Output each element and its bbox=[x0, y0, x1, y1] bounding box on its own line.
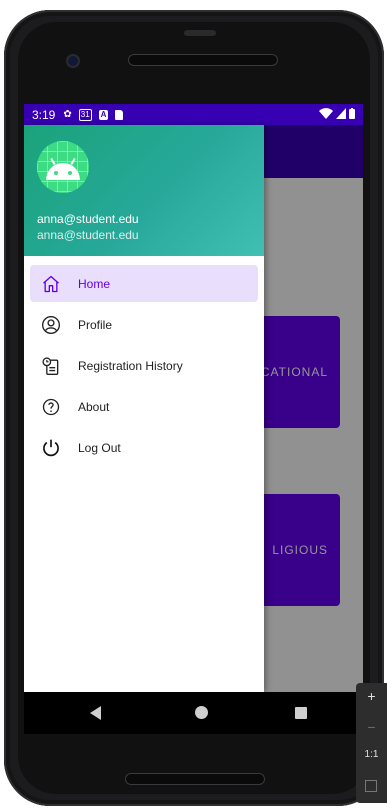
power-icon bbox=[40, 437, 62, 459]
recent-apps-icon[interactable] bbox=[295, 707, 307, 719]
zoom-out-button[interactable]: − bbox=[356, 719, 387, 735]
drawer-item-profile[interactable]: Profile bbox=[24, 304, 264, 345]
gear-icon: ✿ bbox=[63, 108, 72, 120]
earpiece-speaker bbox=[128, 54, 278, 66]
drawer-item-label: Registration History bbox=[78, 358, 183, 373]
drawer-item-home[interactable]: Home bbox=[24, 263, 264, 304]
wifi-icon bbox=[319, 108, 333, 119]
drawer-header: anna@student.edu anna@student.edu bbox=[24, 125, 264, 256]
home-button-icon[interactable] bbox=[195, 706, 208, 719]
drawer-item-about[interactable]: About bbox=[24, 386, 264, 427]
emulator-zoom-toolbar: + − 1:1 bbox=[356, 683, 387, 803]
navigation-drawer: anna@student.edu anna@student.edu Home P… bbox=[24, 125, 264, 692]
calendar-icon: 31 bbox=[78, 108, 92, 121]
home-icon bbox=[40, 273, 62, 295]
device-screen: 3:19 ✿ 31 A CATIONAL LIGIOUS anna@studen… bbox=[24, 104, 363, 692]
drawer-item-label: Profile bbox=[78, 317, 113, 332]
front-camera bbox=[66, 54, 80, 68]
signal-icon bbox=[336, 108, 346, 119]
a-icon: A bbox=[98, 109, 109, 120]
drawer-item-logout[interactable]: Log Out bbox=[24, 427, 264, 468]
status-right-icons bbox=[319, 108, 355, 119]
drawer-item-label: Log Out bbox=[78, 440, 121, 455]
drawer-item-label: Home bbox=[78, 276, 111, 291]
header-user-email: anna@student.edu bbox=[37, 228, 139, 242]
fit-screen-icon[interactable] bbox=[365, 780, 377, 792]
account-circle-icon bbox=[40, 314, 62, 336]
drawer-item-registration-history[interactable]: Registration History bbox=[24, 345, 264, 386]
phone-sensor bbox=[184, 30, 216, 36]
battery-icon bbox=[349, 108, 355, 119]
zoom-in-button[interactable]: + bbox=[356, 688, 387, 704]
help-circle-icon bbox=[40, 396, 62, 418]
back-icon[interactable] bbox=[90, 706, 101, 720]
bottom-speaker bbox=[125, 773, 265, 785]
history-clipboard-icon bbox=[40, 355, 62, 377]
status-time: 3:19 bbox=[32, 107, 56, 122]
android-avatar-icon bbox=[37, 141, 89, 193]
drawer-menu: Home Profile Registration History About bbox=[24, 263, 264, 468]
zoom-ratio-button[interactable]: 1:1 bbox=[356, 749, 387, 760]
header-user-name: anna@student.edu bbox=[37, 212, 139, 226]
sd-card-icon bbox=[115, 109, 124, 120]
drawer-item-label: About bbox=[78, 399, 110, 414]
system-navigation-bar bbox=[24, 692, 363, 734]
status-bar: 3:19 ✿ 31 A bbox=[24, 104, 363, 125]
